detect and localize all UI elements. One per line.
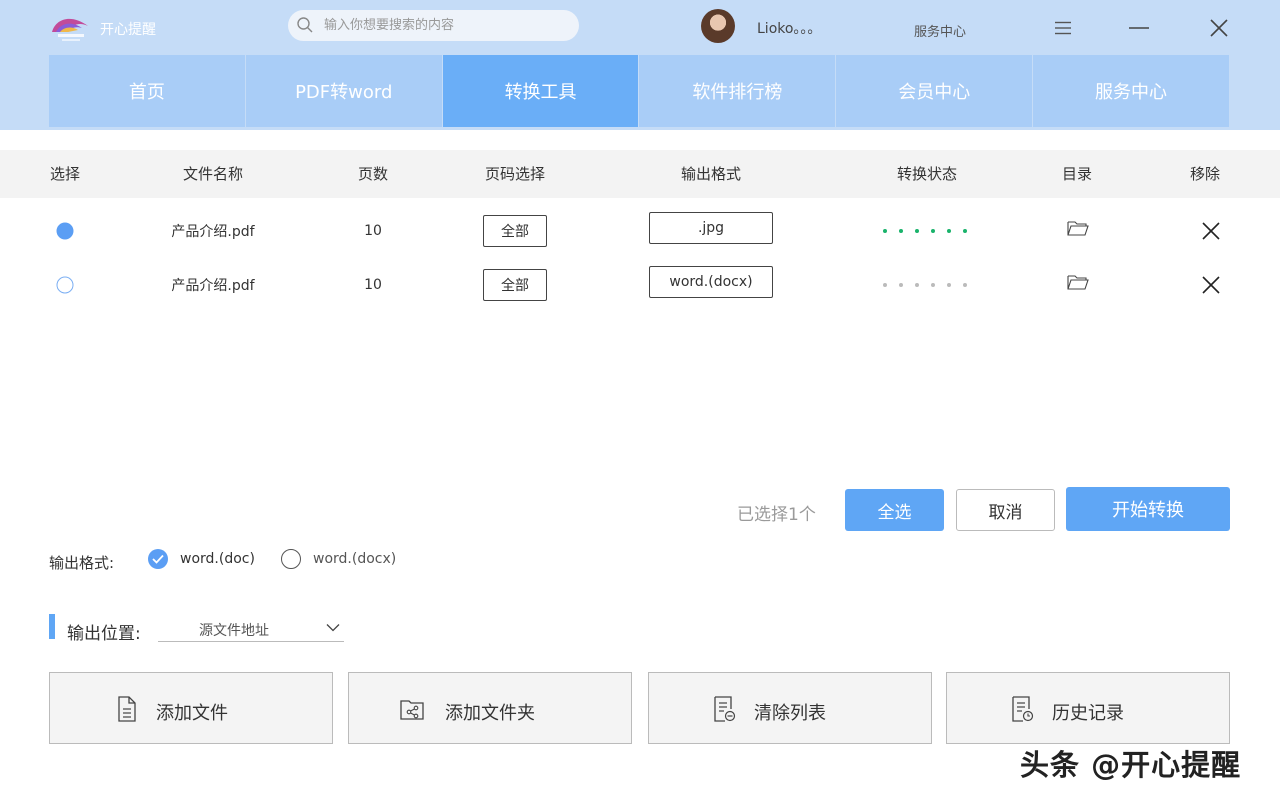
cancel-button[interactable]: 取消 <box>956 489 1055 531</box>
output-format-select[interactable]: .jpg <box>649 211 773 244</box>
close-icon <box>1210 19 1228 37</box>
remove-icon[interactable] <box>1201 221 1221 241</box>
checked-icon <box>148 549 168 569</box>
format-option-label: word.(docx) <box>313 551 397 567</box>
chevron-down-icon <box>326 624 340 632</box>
app-name: 开心提醒 <box>100 22 156 38</box>
watermark: 头条 @开心提醒 <box>1020 748 1242 782</box>
folder-share-icon <box>400 700 424 720</box>
column-header: 输出格式 <box>680 165 742 183</box>
header: 开心提醒 Lioko。。。 服务中心 首页 PDF转word 转换工具 软件排行… <box>0 0 1280 130</box>
add-file-label: 添加文件 <box>156 703 228 724</box>
add-folder-label: 添加文件夹 <box>445 703 535 724</box>
folder-icon[interactable] <box>1067 273 1089 291</box>
clear-list-button[interactable]: 清除列表 <box>648 672 932 744</box>
history-label: 历史记录 <box>1052 703 1124 724</box>
tab-convert-tools[interactable]: 转换工具 <box>442 55 640 127</box>
menu-icon <box>1055 21 1071 35</box>
file-name: 产品介绍.pdf <box>171 224 255 240</box>
conversion-status-indicator <box>883 283 967 287</box>
file-name: 产品介绍.pdf <box>171 278 255 294</box>
row-select-radio[interactable] <box>56 276 74 294</box>
service-center-link[interactable]: 服务中心 <box>914 21 966 40</box>
tab-service-center[interactable]: 服务中心 <box>1033 55 1229 127</box>
file-icon <box>118 696 136 722</box>
start-convert-button[interactable]: 开始转换 <box>1066 487 1230 531</box>
unchecked-icon <box>281 549 301 569</box>
search-box[interactable] <box>288 10 579 41</box>
output-format-select[interactable]: word.(docx) <box>649 265 773 298</box>
folder-icon[interactable] <box>1067 219 1089 237</box>
remove-icon[interactable] <box>1201 275 1221 295</box>
menu-button[interactable] <box>1049 14 1077 42</box>
table-row: 产品介绍.pdf 10 全部 word.(docx) <box>0 258 1280 312</box>
column-header: 转换状态 <box>896 165 958 183</box>
select-all-button[interactable]: 全选 <box>845 489 944 531</box>
page-range-button[interactable]: 全部 <box>483 269 547 301</box>
tab-home[interactable]: 首页 <box>49 55 246 127</box>
format-option-label: word.(doc) <box>180 551 255 567</box>
column-header: 页数 <box>357 165 389 183</box>
tab-pdf-to-word[interactable]: PDF转word <box>245 55 443 127</box>
page-range-button[interactable]: 全部 <box>483 215 547 247</box>
selected-count: 已选择1个 <box>737 505 816 525</box>
page-count: 10 <box>364 223 382 239</box>
column-header: 目录 <box>1061 165 1093 183</box>
username[interactable]: Lioko。。。 <box>757 18 821 38</box>
tab-software-ranking[interactable]: 软件排行榜 <box>639 55 837 127</box>
close-button[interactable] <box>1205 14 1233 42</box>
row-select-radio[interactable] <box>56 222 74 240</box>
add-folder-button[interactable]: 添加文件夹 <box>348 672 632 744</box>
search-icon <box>297 17 313 33</box>
section-accent-bar <box>49 614 55 639</box>
column-header: 选择 <box>49 165 81 183</box>
output-location-value: 源文件地址 <box>199 623 269 639</box>
minimize-icon <box>1129 27 1149 29</box>
search-input[interactable] <box>324 10 569 41</box>
column-header: 文件名称 <box>182 165 244 183</box>
clear-list-label: 清除列表 <box>754 703 826 724</box>
format-option-doc[interactable]: word.(doc) <box>148 549 255 569</box>
column-header: 页码选择 <box>484 165 546 183</box>
page-count: 10 <box>364 277 382 293</box>
main-nav: 首页 PDF转word 转换工具 软件排行榜 会员中心 服务中心 <box>49 55 1229 127</box>
app-logo <box>52 18 88 41</box>
output-location-select[interactable]: 源文件地址 <box>158 617 344 642</box>
avatar[interactable] <box>701 9 735 43</box>
minimize-button[interactable] <box>1125 14 1153 42</box>
column-header: 移除 <box>1189 165 1221 183</box>
table-row: 产品介绍.pdf 10 全部 .jpg <box>0 204 1280 258</box>
output-format-label: 输出格式: <box>49 554 115 572</box>
history-icon <box>1012 696 1034 722</box>
add-file-button[interactable]: 添加文件 <box>49 672 333 744</box>
clear-list-icon <box>714 696 736 722</box>
output-location-label: 输出位置: <box>67 624 141 644</box>
conversion-status-indicator <box>883 229 967 233</box>
tab-member-center[interactable]: 会员中心 <box>836 55 1034 127</box>
file-table-header: 选择 文件名称 页数 页码选择 输出格式 转换状态 目录 移除 <box>0 150 1280 198</box>
format-option-docx[interactable]: word.(docx) <box>281 549 396 569</box>
history-button[interactable]: 历史记录 <box>946 672 1230 744</box>
